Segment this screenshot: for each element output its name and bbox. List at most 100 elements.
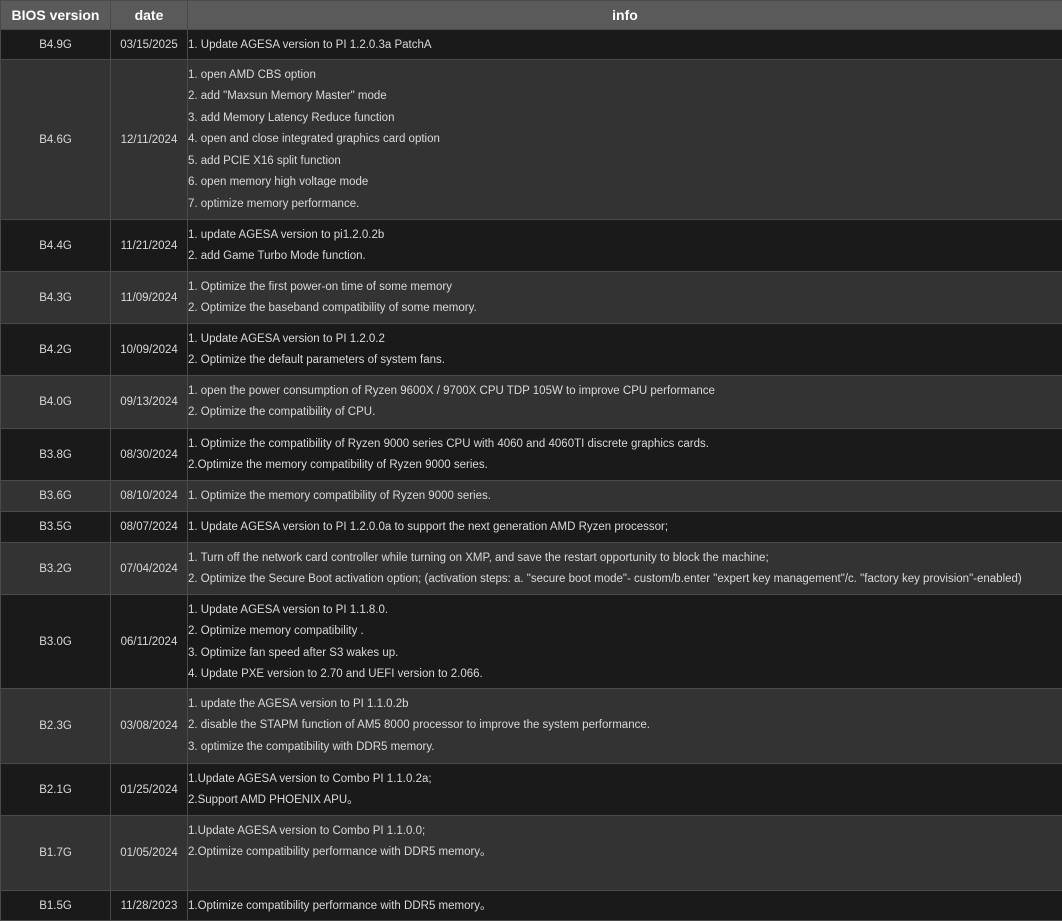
info-cell: 1. Optimize the compatibility of Ryzen 9…: [188, 429, 1062, 481]
info-lines: 1.Update AGESA version to Combo PI 1.1.0…: [188, 816, 1062, 864]
info-lines: 1. Turn off the network card controller …: [188, 543, 1062, 591]
table-row: B2.3G03/08/20241. update the AGESA versi…: [1, 689, 1062, 764]
date-cell: 06/11/2024: [111, 595, 188, 689]
info-cell: 1. update the AGESA version to PI 1.1.0.…: [188, 689, 1062, 764]
info-line: 2. Optimize the baseband compatibility o…: [188, 298, 1062, 320]
info-line: 7. optimize memory performance.: [188, 194, 1062, 216]
table-row: B3.0G06/11/20241. Update AGESA version t…: [1, 595, 1062, 689]
date-cell: 08/10/2024: [111, 481, 188, 512]
info-line: 2. Optimize memory compatibility .: [188, 621, 1062, 643]
bios-version-cell: B3.5G: [1, 512, 111, 543]
info-lines: 1. Update AGESA version to PI 1.1.8.0.2.…: [188, 595, 1062, 686]
bios-version-cell: B3.2G: [1, 543, 111, 595]
info-line: 1. update the AGESA version to PI 1.1.0.…: [188, 694, 1062, 716]
info-line: 1. Update AGESA version to PI 1.2.0.0a t…: [188, 517, 1062, 539]
info-cell: 1.Optimize compatibility performance wit…: [188, 891, 1062, 921]
table-row: B1.5G11/28/20231.Optimize compatibility …: [1, 891, 1062, 921]
info-line: 2.Support AMD PHOENIX APU。: [188, 790, 1062, 812]
info-line: 1.Update AGESA version to Combo PI 1.1.0…: [188, 821, 1062, 843]
info-line: 1.Optimize compatibility performance wit…: [188, 896, 1062, 918]
table-row: B3.2G07/04/20241. Turn off the network c…: [1, 543, 1062, 595]
info-cell: 1. open AMD CBS option2. add "Maxsun Mem…: [188, 60, 1062, 220]
info-lines: 1. Optimize the memory compatibility of …: [188, 481, 1062, 507]
date-cell: 12/11/2024: [111, 60, 188, 220]
table-row: B1.7G01/05/20241.Update AGESA version to…: [1, 816, 1062, 891]
info-line: 1. Update AGESA version to PI 1.1.8.0.: [188, 600, 1062, 622]
date-cell: 11/09/2024: [111, 272, 188, 324]
info-cell: 1. update AGESA version to pi1.2.0.2b2. …: [188, 220, 1062, 272]
info-line: 1. Turn off the network card controller …: [188, 548, 1062, 570]
info-lines: 1. Optimize the compatibility of Ryzen 9…: [188, 429, 1062, 477]
bios-version-cell: B4.3G: [1, 272, 111, 324]
info-lines: 1. Update AGESA version to PI 1.2.0.22. …: [188, 324, 1062, 372]
info-line: 2. Optimize the default parameters of sy…: [188, 350, 1062, 372]
info-line: 1. Optimize the first power-on time of s…: [188, 277, 1062, 299]
header-info: info: [188, 1, 1062, 30]
info-cell: 1. Update AGESA version to PI 1.2.0.0a t…: [188, 512, 1062, 543]
info-line: 1. open AMD CBS option: [188, 65, 1062, 87]
table-header-row: BIOS version date info: [1, 1, 1062, 30]
info-line: 2. Optimize the compatibility of CPU.: [188, 402, 1062, 424]
date-cell: 11/28/2023: [111, 891, 188, 921]
table-body: B4.9G03/15/20251. Update AGESA version t…: [1, 30, 1062, 921]
info-lines: 1. update AGESA version to pi1.2.0.2b2. …: [188, 220, 1062, 268]
table-row: B3.5G08/07/20241. Update AGESA version t…: [1, 512, 1062, 543]
date-cell: 03/15/2025: [111, 30, 188, 60]
info-cell: 1. open the power consumption of Ryzen 9…: [188, 376, 1062, 429]
bios-version-cell: B4.0G: [1, 376, 111, 429]
bios-version-cell: B3.6G: [1, 481, 111, 512]
date-cell: 09/13/2024: [111, 376, 188, 429]
info-cell: 1.Update AGESA version to Combo PI 1.1.0…: [188, 764, 1062, 816]
date-cell: 01/05/2024: [111, 816, 188, 891]
table-row: B2.1G01/25/20241.Update AGESA version to…: [1, 764, 1062, 816]
info-line: 1. open the power consumption of Ryzen 9…: [188, 381, 1062, 403]
info-cell: 1. Update AGESA version to PI 1.1.8.0.2.…: [188, 595, 1062, 689]
info-cell: 1. Optimize the first power-on time of s…: [188, 272, 1062, 324]
bios-version-cell: B4.2G: [1, 324, 111, 376]
info-line: 2. disable the STAPM function of AM5 800…: [188, 715, 1062, 737]
info-lines: 1. Update AGESA version to PI 1.2.0.0a t…: [188, 512, 1062, 538]
info-lines: 1.Update AGESA version to Combo PI 1.1.0…: [188, 764, 1062, 812]
bios-version-cell: B4.9G: [1, 30, 111, 60]
bios-version-cell: B3.0G: [1, 595, 111, 689]
date-cell: 07/04/2024: [111, 543, 188, 595]
date-cell: 08/30/2024: [111, 429, 188, 481]
info-lines: 1. Update AGESA version to PI 1.2.0.3a P…: [188, 30, 1062, 56]
info-line: 1. update AGESA version to pi1.2.0.2b: [188, 225, 1062, 247]
bios-version-cell: B4.6G: [1, 60, 111, 220]
info-line: 6. open memory high voltage mode: [188, 172, 1062, 194]
info-line: 1.Update AGESA version to Combo PI 1.1.0…: [188, 769, 1062, 791]
date-cell: 11/21/2024: [111, 220, 188, 272]
bios-version-cell: B2.3G: [1, 689, 111, 764]
info-lines: 1.Optimize compatibility performance wit…: [188, 891, 1062, 917]
table-row: B3.6G08/10/20241. Optimize the memory co…: [1, 481, 1062, 512]
bios-version-cell: B4.4G: [1, 220, 111, 272]
table-row: B4.2G10/09/20241. Update AGESA version t…: [1, 324, 1062, 376]
info-lines: 1. update the AGESA version to PI 1.1.0.…: [188, 689, 1062, 758]
table-row: B4.3G11/09/20241. Optimize the first pow…: [1, 272, 1062, 324]
info-line: 2.Optimize compatibility performance wit…: [188, 842, 1062, 864]
date-cell: 08/07/2024: [111, 512, 188, 543]
info-line: 4. Update PXE version to 2.70 and UEFI v…: [188, 664, 1062, 686]
date-cell: 01/25/2024: [111, 764, 188, 816]
table-row: B4.9G03/15/20251. Update AGESA version t…: [1, 30, 1062, 60]
header-date: date: [111, 1, 188, 30]
info-line: 3. optimize the compatibility with DDR5 …: [188, 737, 1062, 759]
info-line: 3. Optimize fan speed after S3 wakes up.: [188, 643, 1062, 665]
info-line: 1. Optimize the compatibility of Ryzen 9…: [188, 434, 1062, 456]
table-row: B4.6G12/11/20241. open AMD CBS option2. …: [1, 60, 1062, 220]
info-line: 2. add Game Turbo Mode function.: [188, 246, 1062, 268]
date-cell: 10/09/2024: [111, 324, 188, 376]
info-line: 1. Update AGESA version to PI 1.2.0.2: [188, 329, 1062, 351]
info-cell: 1.Update AGESA version to Combo PI 1.1.0…: [188, 816, 1062, 891]
info-line: 2.Optimize the memory compatibility of R…: [188, 455, 1062, 477]
info-line: 1. Optimize the memory compatibility of …: [188, 486, 1062, 508]
info-lines: 1. Optimize the first power-on time of s…: [188, 272, 1062, 320]
table-row: B4.4G11/21/20241. update AGESA version t…: [1, 220, 1062, 272]
info-cell: 1. Optimize the memory compatibility of …: [188, 481, 1062, 512]
bios-version-table: BIOS version date info B4.9G03/15/20251.…: [0, 0, 1062, 921]
info-line: 2. Optimize the Secure Boot activation o…: [188, 569, 1062, 591]
header-bios-version: BIOS version: [1, 1, 111, 30]
info-cell: 1. Turn off the network card controller …: [188, 543, 1062, 595]
info-line: 3. add Memory Latency Reduce function: [188, 108, 1062, 130]
